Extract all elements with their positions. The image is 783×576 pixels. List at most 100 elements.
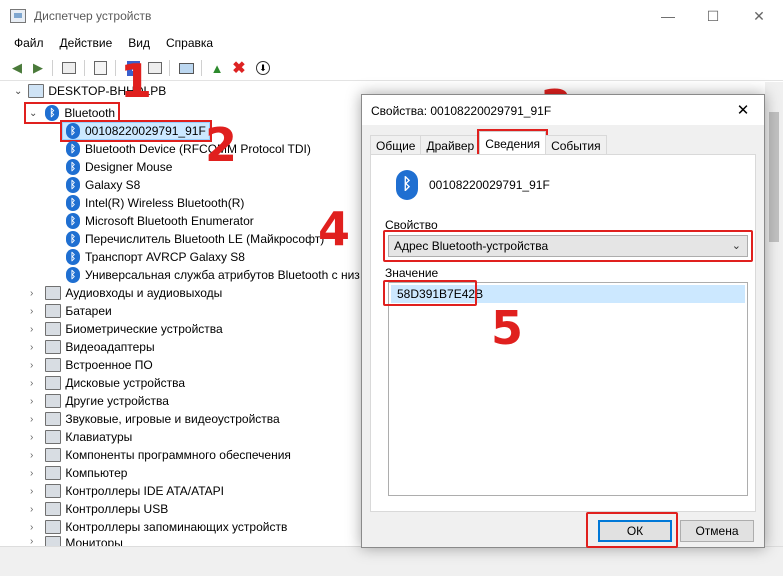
chevron-down-icon: ⌄ [731,240,741,252]
menu-action[interactable]: Действие [52,36,121,50]
tree-category[interactable]: › Другие устройства [30,392,169,410]
bluetooth-icon: ᛒ [66,159,80,175]
toolbar: ◀ ▶ ? ▲ ✖ ⬇ [0,55,783,81]
tree-item-label: Bluetooth Device (RFCOMM Protocol TDI) [85,142,311,156]
tree-category-label: Контроллеры запоминающих устройств [65,520,288,534]
value-list-item[interactable]: 58D391B7E42B [391,285,745,303]
computer-icon [28,84,45,98]
menu-help[interactable]: Справка [158,36,221,50]
tree-item-label: Designer Mouse [85,160,173,174]
tab-general[interactable]: Общие [370,135,422,155]
tree-category[interactable]: › Клавиатуры [30,428,132,446]
tree-category-label: Компоненты программного обеспечения [65,448,291,462]
tree-item[interactable]: ᛒ Galaxy S8 [66,176,140,194]
chevron-right-icon[interactable]: › [30,360,33,371]
tree-category[interactable]: › Встроенное ПО [30,356,153,374]
chevron-right-icon[interactable]: › [30,450,33,461]
tree-category[interactable]: › Компоненты программного обеспечения [30,446,291,464]
monitor-icon [45,536,62,546]
bluetooth-icon: ᛒ [66,177,80,193]
menu-view[interactable]: Вид [120,36,158,50]
battery-icon [45,304,62,318]
tree-category[interactable]: › Дисковые устройства [30,374,185,392]
tree-category[interactable]: › Мониторы [30,536,123,546]
show-hidden-icon[interactable] [91,59,109,77]
bluetooth-icon: ᛒ [66,231,80,247]
update-driver-icon[interactable]: ▲ [208,59,226,77]
scrollbar-thumb[interactable] [769,112,779,242]
window-title: Диспетчер устройств [34,9,152,23]
tree-item-selected-device[interactable]: ᛒ 00108220029791_91F [60,120,212,142]
tree-item[interactable]: ᛒ Microsoft Bluetooth Enumerator [66,212,254,230]
chevron-right-icon[interactable]: › [30,414,33,425]
tree-category[interactable]: › Батареи [30,302,112,320]
back-icon[interactable]: ◀ [8,59,26,77]
status-bar [0,546,783,576]
tree-category[interactable]: › Видеоадаптеры [30,338,155,356]
tree-category-label: Bluetooth [64,106,116,120]
property-select[interactable]: Адрес Bluetooth-устройства ⌄ [388,235,748,257]
tree-item[interactable]: ᛒ Intel(R) Wireless Bluetooth(R) [66,194,244,212]
chevron-right-icon[interactable]: › [30,536,33,546]
tree-item[interactable]: ᛒ Designer Mouse [66,158,172,176]
chevron-right-icon[interactable]: › [30,486,33,497]
tab-driver[interactable]: Драйвер [420,135,481,155]
forward-icon[interactable]: ▶ [29,59,47,77]
tree-category-bluetooth[interactable]: ⌄ ᛒ Bluetooth [23,102,121,124]
ide-controller-icon [45,484,62,498]
monitor-icon[interactable] [177,59,195,77]
chevron-right-icon[interactable]: › [30,288,33,299]
tree-category[interactable]: › Контроллеры USB [30,500,168,518]
tab-events[interactable]: События [545,135,607,155]
tree-category-label: Биометрические устройства [65,322,223,336]
chevron-right-icon[interactable]: › [30,522,33,533]
tree-item-label: Транспорт AVRCP Galaxy S8 [85,250,245,264]
property-label: Свойство [385,218,438,232]
cancel-button[interactable]: Отмена [680,520,754,542]
display-adapter-icon [45,340,62,354]
tree-item[interactable]: ᛒ Универсальная служба атрибутов Bluetoot… [66,266,360,284]
chevron-right-icon[interactable]: › [30,504,33,515]
properties-icon[interactable] [60,59,78,77]
chevron-down-icon[interactable]: ⌄ [14,86,22,97]
chevron-down-icon[interactable]: ⌄ [29,108,37,119]
other-devices-icon [45,394,62,408]
scan-icon[interactable]: ⬇ [254,59,272,77]
tree-category[interactable]: › Контроллеры запоминающих устройств [30,518,287,536]
tree-item-label: Galaxy S8 [85,178,141,192]
tree-item-label: Перечислитель Bluetooth LE (Майкрософт) [85,232,325,246]
tree-category[interactable]: › Компьютер [30,464,127,482]
menu-file[interactable]: Файл [6,36,52,50]
chevron-right-icon[interactable]: › [30,396,33,407]
ok-button[interactable]: ОК [598,520,672,542]
tree-category[interactable]: › Контроллеры IDE ATA/ATAPI [30,482,224,500]
bluetooth-icon: ᛒ [66,267,80,283]
chevron-right-icon[interactable]: › [30,378,33,389]
value-list[interactable]: 58D391B7E42B [388,282,748,496]
tree-category[interactable]: › Аудиовходы и аудиовыходы [30,284,222,302]
details-panel: ᛒ 00108220029791_91F Свойство Адрес Blue… [370,154,756,512]
tree-item[interactable]: ᛒ Bluetooth Device (RFCOMM Protocol TDI) [66,140,311,158]
toolbar-separator [201,60,202,76]
dialog-close-button[interactable]: ✕ [722,95,764,125]
chevron-right-icon[interactable]: › [30,342,33,353]
uninstall-icon[interactable]: ✖ [230,59,248,77]
tree-category-label: Видеоадаптеры [65,340,155,354]
maximize-button[interactable]: ☐ [690,0,736,32]
tree-category[interactable]: › Звуковые, игровые и видеоустройства [30,410,280,428]
tree-item[interactable]: ᛒ Перечислитель Bluetooth LE (Майкрософт) [66,230,324,248]
chevron-right-icon[interactable]: › [30,432,33,443]
tree-category[interactable]: › Биометрические устройства [30,320,223,338]
fingerprint-icon [45,322,62,336]
dialog-title: Свойства: 00108220029791_91F [371,104,552,118]
minimize-button[interactable]: — [645,0,691,32]
chevron-right-icon[interactable]: › [30,306,33,317]
tab-details[interactable]: Сведения [477,129,549,157]
bluetooth-icon: ᛒ [66,213,80,229]
tree-item[interactable]: ᛒ Транспорт AVRCP Galaxy S8 [66,248,245,266]
close-button[interactable]: ✕ [736,0,782,32]
chevron-right-icon[interactable]: › [30,468,33,479]
chevron-right-icon[interactable]: › [30,324,33,335]
properties-dialog: Свойства: 00108220029791_91F ✕ Общие Дра… [361,94,765,548]
vertical-scrollbar[interactable] [765,82,783,546]
